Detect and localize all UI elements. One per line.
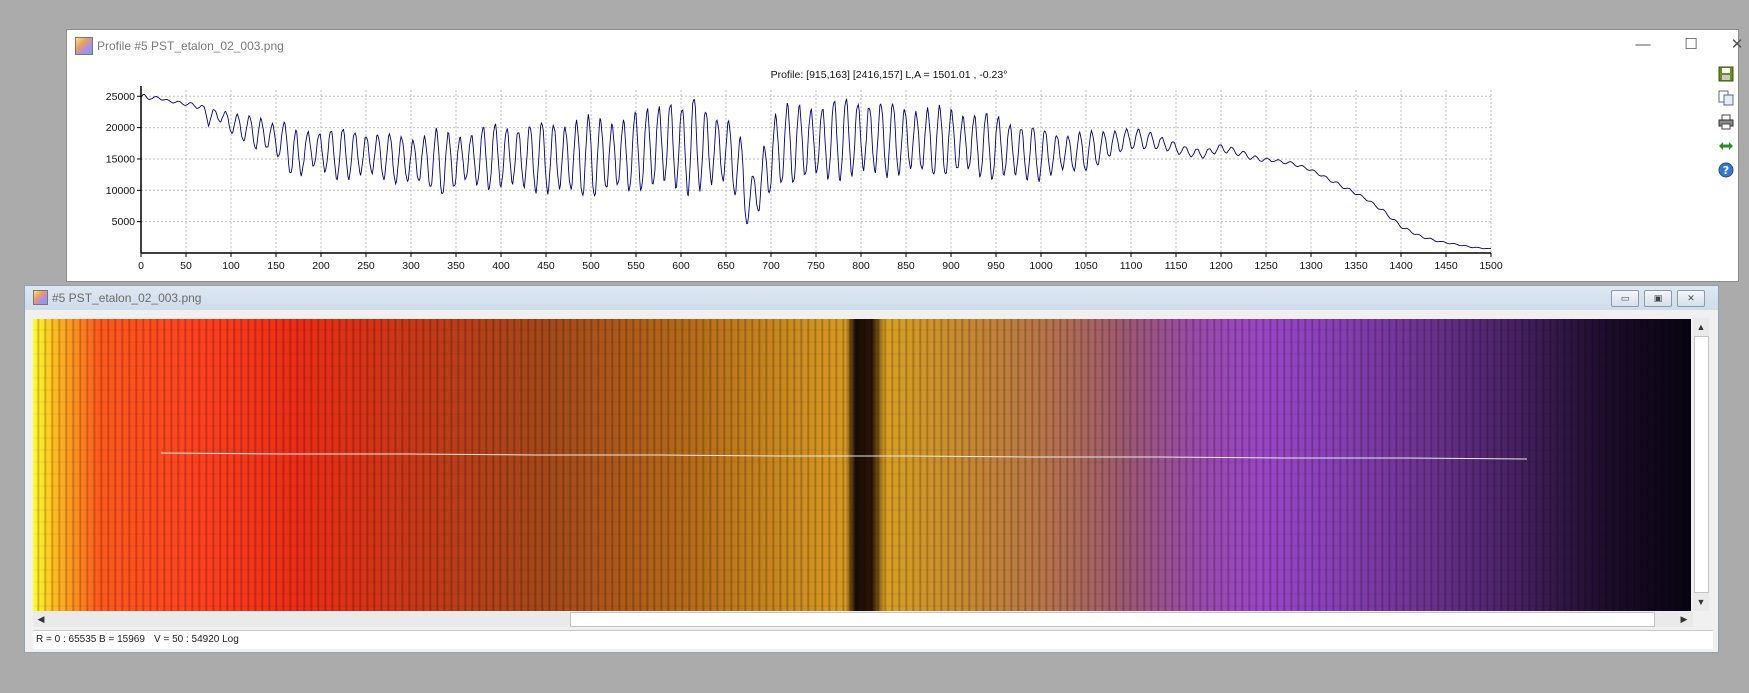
profile-line-overlay[interactable] bbox=[33, 319, 1691, 611]
x-tick-label: 1450 bbox=[1434, 260, 1458, 272]
x-tick-label: 1150 bbox=[1165, 260, 1188, 272]
profile-chart-svg: Profile: [915,163] [2416,157] L,A = 1501… bbox=[106, 69, 1503, 272]
maximize-button[interactable]: ☐ bbox=[1668, 30, 1714, 60]
x-tick-label: 1050 bbox=[1074, 260, 1098, 272]
save-icon[interactable] bbox=[1718, 66, 1734, 82]
scroll-left-arrow[interactable]: ◀ bbox=[34, 612, 48, 626]
status-background: B = 15969 bbox=[99, 634, 145, 645]
image-minimize-button[interactable]: ▭ bbox=[1611, 290, 1639, 307]
y-tick-label: 25000 bbox=[106, 91, 135, 103]
spectrum-image[interactable] bbox=[33, 319, 1691, 611]
y-tick-label: 15000 bbox=[106, 153, 135, 165]
help-icon[interactable]: ? bbox=[1718, 162, 1734, 178]
x-tick-label: 350 bbox=[447, 260, 465, 272]
profile-side-toolbar: ? bbox=[1714, 66, 1738, 196]
x-tick-label: 100 bbox=[222, 260, 240, 272]
y-tick-label: 5000 bbox=[112, 216, 136, 228]
x-tick-label: 850 bbox=[897, 260, 915, 272]
image-restore-button[interactable]: ▣ bbox=[1644, 290, 1672, 307]
x-tick-label: 1350 bbox=[1344, 260, 1368, 272]
image-window: #5 PST_etalon_02_003.png ▭ ▣ ✕ ▲ ▼ ◀ ▶ R… bbox=[24, 285, 1719, 653]
y-axis-ticks: 5000 10000 15000 20000 25000 bbox=[106, 91, 141, 228]
profile-series-line bbox=[140, 93, 1492, 250]
x-tick-label: 1200 bbox=[1209, 260, 1233, 272]
resize-horizontal-icon[interactable] bbox=[1718, 138, 1734, 154]
profile-window-titlebar[interactable]: Profile #5 PST_etalon_02_003.png — ☐ ✕ bbox=[67, 30, 1743, 60]
vertical-scroll-thumb[interactable] bbox=[1694, 336, 1709, 593]
horizontal-scrollbar[interactable]: ◀ ▶ bbox=[33, 611, 1693, 627]
profile-window-title: Profile #5 PST_etalon_02_003.png bbox=[97, 39, 284, 53]
image-close-button[interactable]: ✕ bbox=[1677, 290, 1705, 307]
status-range: R = 0 : 65535 bbox=[36, 634, 97, 645]
status-visualization: V = 50 : 54920 Log bbox=[154, 634, 239, 645]
x-tick-label: 0 bbox=[138, 260, 144, 272]
scroll-right-arrow[interactable]: ▶ bbox=[1677, 612, 1691, 626]
minimize-button[interactable]: — bbox=[1620, 30, 1666, 60]
svg-text:?: ? bbox=[1723, 164, 1729, 177]
x-tick-label: 150 bbox=[267, 260, 285, 272]
x-tick-label: 900 bbox=[942, 260, 960, 272]
profile-app-icon bbox=[75, 37, 93, 55]
x-tick-label: 250 bbox=[357, 260, 375, 272]
x-tick-label: 550 bbox=[627, 260, 645, 272]
x-tick-label: 400 bbox=[492, 260, 510, 272]
scroll-up-arrow[interactable]: ▲ bbox=[1694, 320, 1708, 334]
x-tick-label: 800 bbox=[852, 260, 870, 272]
print-icon[interactable] bbox=[1718, 114, 1734, 130]
x-tick-label: 650 bbox=[717, 260, 735, 272]
x-tick-label: 1250 bbox=[1254, 260, 1278, 272]
x-tick-label: 1400 bbox=[1389, 260, 1413, 272]
close-button[interactable]: ✕ bbox=[1714, 30, 1749, 60]
x-tick-label: 200 bbox=[312, 260, 330, 272]
y-tick-label: 10000 bbox=[106, 185, 135, 197]
x-axis-ticks: 0 50 100 150 200 250 300 350 400 450 500 550 600 650 7… bbox=[138, 253, 1503, 272]
x-tick-label: 50 bbox=[180, 260, 192, 272]
x-tick-label: 700 bbox=[762, 260, 780, 272]
image-window-title: #5 PST_etalon_02_003.png bbox=[52, 291, 202, 305]
vertical-scrollbar[interactable]: ▲ ▼ bbox=[1693, 318, 1709, 611]
x-tick-label: 450 bbox=[537, 260, 555, 272]
horizontal-scroll-thumb[interactable] bbox=[570, 612, 1655, 627]
x-tick-label: 300 bbox=[402, 260, 420, 272]
status-bar: R = 0 : 65535 B = 15969 V = 50 : 54920 L… bbox=[33, 630, 1713, 649]
x-tick-label: 500 bbox=[582, 260, 600, 272]
chart-title: Profile: [915,163] [2416,157] L,A = 1501… bbox=[771, 69, 1008, 81]
image-window-titlebar[interactable]: #5 PST_etalon_02_003.png ▭ ▣ ✕ bbox=[25, 286, 1718, 310]
x-tick-label: 600 bbox=[672, 260, 690, 272]
x-tick-label: 950 bbox=[987, 260, 1005, 272]
x-tick-label: 1100 bbox=[1120, 260, 1143, 272]
x-tick-label: 1000 bbox=[1029, 260, 1053, 272]
copy-icon[interactable] bbox=[1718, 90, 1734, 106]
x-tick-label: 1500 bbox=[1479, 260, 1503, 272]
scroll-down-arrow[interactable]: ▼ bbox=[1694, 595, 1708, 609]
x-tick-label: 1300 bbox=[1299, 260, 1323, 272]
profile-window: Profile #5 PST_etalon_02_003.png — ☐ ✕ P… bbox=[66, 29, 1743, 282]
y-tick-label: 20000 bbox=[106, 122, 135, 134]
image-app-icon bbox=[33, 290, 48, 305]
profile-chart: Profile: [915,163] [2416,157] L,A = 1501… bbox=[67, 60, 1712, 281]
x-tick-label: 750 bbox=[807, 260, 825, 272]
